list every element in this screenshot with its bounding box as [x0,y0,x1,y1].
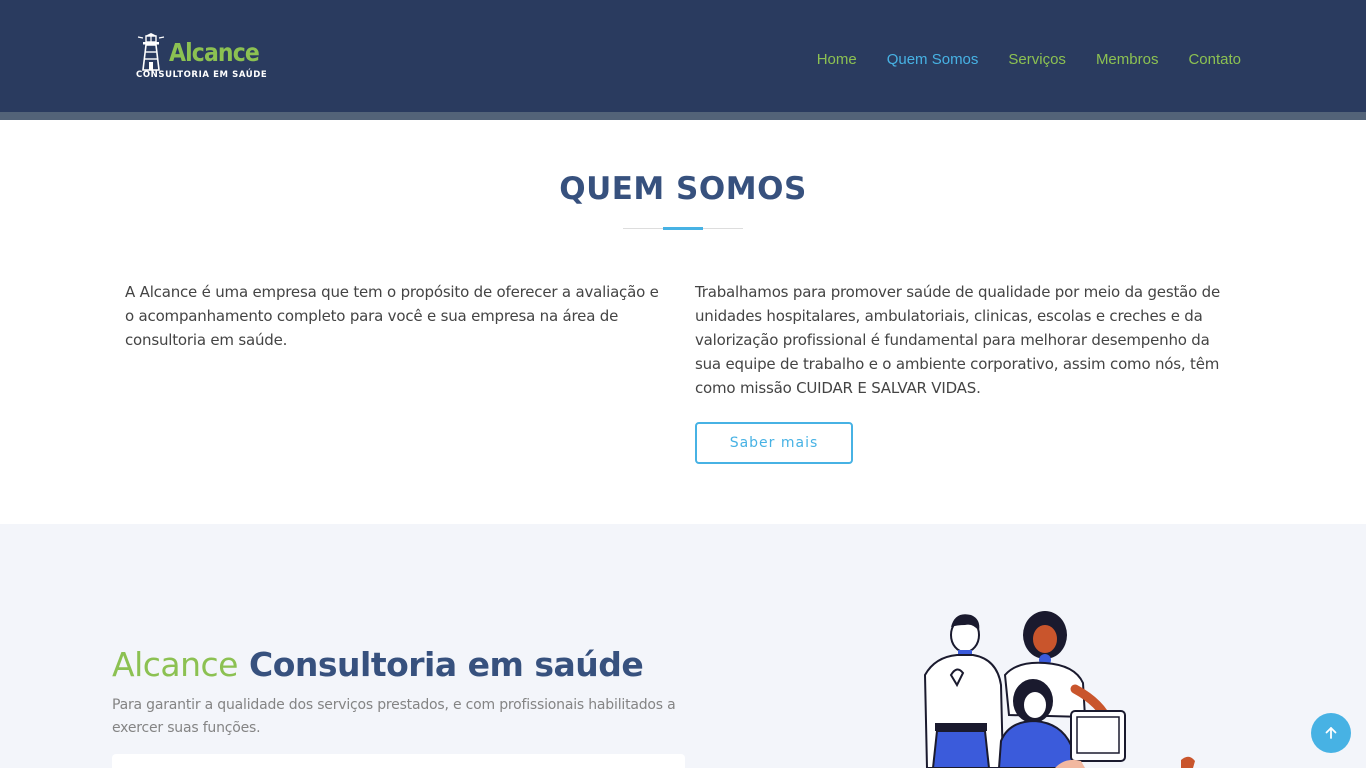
lighthouse-icon [137,33,165,71]
team-illustration [923,611,1195,768]
arrow-up-icon [1325,727,1337,739]
about-right-text: Trabalhamos para promover saúde de quali… [695,283,1221,397]
saber-mais-button[interactable]: Saber mais [695,422,853,464]
about-title: QUEM SOMOS [559,171,807,207]
site-header: Alcance CONSULTORIA EM SAÚDE Home Quem S… [0,0,1366,112]
logo[interactable]: Alcance CONSULTORIA EM SAÚDE [134,32,268,82]
title-accent-bar [663,227,703,230]
nav-quem-somos[interactable]: Quem Somos [887,50,979,70]
why-us-text: Para garantir a qualidade dos serviços p… [112,697,676,736]
why-us-title: Alcance Consultoria em saúde [112,644,644,686]
logo-tagline: CONSULTORIA EM SAÚDE [136,70,268,80]
about-left-text: A Alcance é uma empresa que tem o propós… [125,283,659,349]
header-divider [0,112,1366,120]
nav-membros[interactable]: Membros [1096,50,1159,70]
nav-home[interactable]: Home [817,50,857,70]
accordion-card[interactable] [112,754,685,768]
why-us-title-brand: Alcance [112,645,238,684]
why-us-title-main: Consultoria em saúde [248,645,644,684]
logo-wordmark: Alcance [169,38,260,67]
nav-servicos[interactable]: Serviços [1008,50,1066,70]
nav-contato[interactable]: Contato [1188,50,1241,70]
main-nav: Home Quem Somos Serviços Membros Contato [817,50,1241,70]
back-to-top-button[interactable] [1311,713,1351,753]
